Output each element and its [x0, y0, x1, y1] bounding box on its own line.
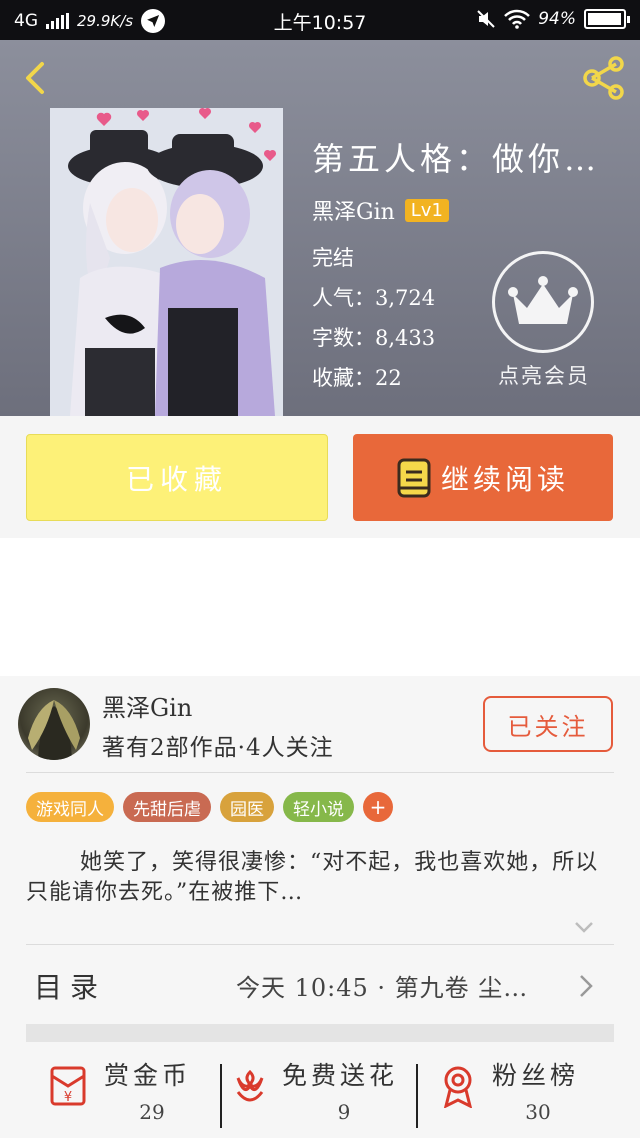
battery-percent: 94% — [538, 9, 576, 29]
tag-item[interactable]: 轻小说 — [283, 792, 354, 822]
reward-coins-button[interactable]: ¥ 赏金币 29 — [26, 1042, 222, 1138]
divider — [26, 772, 614, 773]
popularity-value: 3,724 — [375, 286, 436, 310]
book-favorites: 收藏：22 — [312, 362, 402, 392]
send-flower-button[interactable]: 免费送花 9 — [222, 1042, 418, 1138]
book-cover-image[interactable] — [50, 108, 283, 416]
book-popularity: 人气：3,724 — [312, 282, 435, 312]
status-bar: 4G 29.9K/s 上午10:57 94% — [0, 0, 640, 40]
fans-label: 粉丝榜 — [492, 1061, 580, 1090]
book-title: 第五人格：做你… — [312, 140, 601, 178]
author-level-badge: Lv1 — [404, 198, 449, 222]
words-label: 字数： — [312, 326, 375, 350]
tag-list: 游戏同人 先甜后虐 园医 轻小说 + — [26, 792, 393, 822]
book-detail-screen: 4G 29.9K/s 上午10:57 94% 第五人格：做你… 黑泽Gin Lv… — [0, 0, 640, 1138]
crown-icon — [508, 276, 578, 324]
divider — [26, 944, 614, 945]
book-word-count: 字数：8,433 — [312, 322, 435, 352]
expand-chevron-icon[interactable] — [574, 920, 594, 934]
words-value: 8,433 — [375, 326, 436, 350]
continue-reading-label: 继续阅读 — [440, 462, 569, 496]
fan-ranking-button[interactable]: 粉丝榜 30 — [418, 1042, 614, 1138]
svg-text:¥: ¥ — [64, 1090, 72, 1105]
section-separator — [26, 1024, 614, 1042]
action-bar: 已收藏 继续阅读 — [0, 416, 640, 538]
bottom-action-bar: ¥ 赏金币 29 免费送花 9 粉丝榜 30 — [26, 1042, 614, 1138]
table-of-contents-row[interactable]: 目录 今天 10:45 · 第九卷 尘… — [0, 946, 640, 1024]
book-author: 黑泽Gin — [312, 200, 395, 225]
red-envelope-icon: ¥ — [50, 1066, 86, 1106]
reward-count: 29 — [139, 1100, 165, 1124]
author-name[interactable]: 黑泽Gin — [102, 688, 192, 723]
fans-count: 30 — [525, 1100, 551, 1124]
toc-label: 目录 — [34, 971, 107, 1004]
reward-label: 赏金币 — [104, 1061, 192, 1090]
tag-item[interactable]: 先甜后虐 — [123, 792, 211, 822]
favorites-value: 22 — [375, 366, 402, 390]
continue-reading-button[interactable]: 继续阅读 — [353, 434, 613, 521]
book-info-section: 黑泽Gin 著有2部作品·4人关注 已关注 游戏同人 先甜后虐 园医 轻小说 +… — [0, 676, 640, 1138]
favorited-button[interactable]: 已收藏 — [26, 434, 328, 521]
mute-icon — [477, 10, 495, 28]
tag-item[interactable]: 游戏同人 — [26, 792, 114, 822]
chevron-right-icon — [580, 975, 593, 997]
wifi-icon — [504, 9, 531, 29]
vip-crown-button[interactable] — [492, 251, 594, 353]
flower-count: 9 — [337, 1100, 351, 1124]
author-avatar[interactable] — [18, 688, 90, 760]
vip-label[interactable]: 点亮会员 — [488, 360, 600, 390]
flower-label: 免费送花 — [282, 1061, 399, 1090]
add-tag-button[interactable]: + — [363, 792, 393, 822]
popularity-label: 人气： — [312, 286, 375, 310]
share-icon[interactable] — [580, 56, 628, 100]
book-icon — [397, 458, 431, 497]
book-description[interactable]: 她笑了，笑得很凄惨：“对不起，我也喜欢她，所以只能请你去死。”在被推下… — [26, 848, 602, 908]
favorites-label: 收藏： — [312, 366, 375, 390]
back-arrow-icon[interactable] — [18, 60, 54, 96]
author-stats: 著有2部作品·4人关注 — [102, 735, 334, 761]
book-status: 完结 — [312, 246, 354, 270]
battery-icon — [584, 9, 630, 29]
flower-icon — [236, 1069, 264, 1102]
follow-button[interactable]: 已关注 — [483, 696, 613, 752]
latest-chapter: 今天 10:45 · 第九卷 尘… — [236, 974, 529, 1002]
medal-icon — [443, 1066, 473, 1108]
tag-item[interactable]: 园医 — [220, 792, 274, 822]
book-header: 第五人格：做你… 黑泽Gin Lv1 完结 人气：3,724 字数：8,433 … — [0, 40, 640, 416]
book-author-line[interactable]: 黑泽Gin Lv1 — [312, 194, 449, 226]
